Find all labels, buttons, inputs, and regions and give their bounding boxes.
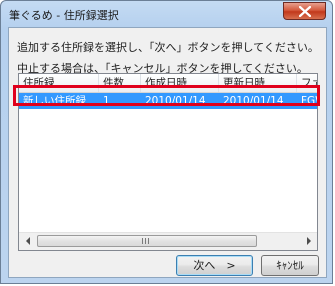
close-icon (299, 6, 311, 17)
selection-highlight-frame (13, 85, 320, 106)
scrollbar-grip (142, 238, 150, 244)
scroll-right-arrow-icon (306, 237, 311, 245)
window-title: 筆ぐるめ - 住所録選択 (9, 9, 119, 22)
horizontal-scrollbar[interactable] (19, 232, 317, 250)
next-button[interactable]: 次へ > (176, 255, 253, 276)
dialog-body: 追加する住所録を選択し、「次へ」ボタンを押してください。 中止する場合は、「キャ… (8, 27, 327, 278)
cancel-button[interactable]: ｷｬﾝｾﾙ (261, 255, 319, 276)
title-bar[interactable]: 筆ぐるめ - 住所録選択 (1, 1, 332, 27)
scrollbar-thumb[interactable] (37, 235, 257, 247)
scroll-right-button[interactable] (300, 233, 317, 249)
dialog-window: 筆ぐるめ - 住所録選択 追加する住所録を選択し、「次へ」ボタンを押してください… (0, 0, 333, 284)
close-button[interactable] (283, 2, 326, 20)
scroll-left-button[interactable] (19, 233, 36, 249)
scroll-left-arrow-icon (25, 237, 30, 245)
instruction-text-next: 追加する住所録を選択し、「次へ」ボタンを押してください。 (17, 41, 319, 54)
